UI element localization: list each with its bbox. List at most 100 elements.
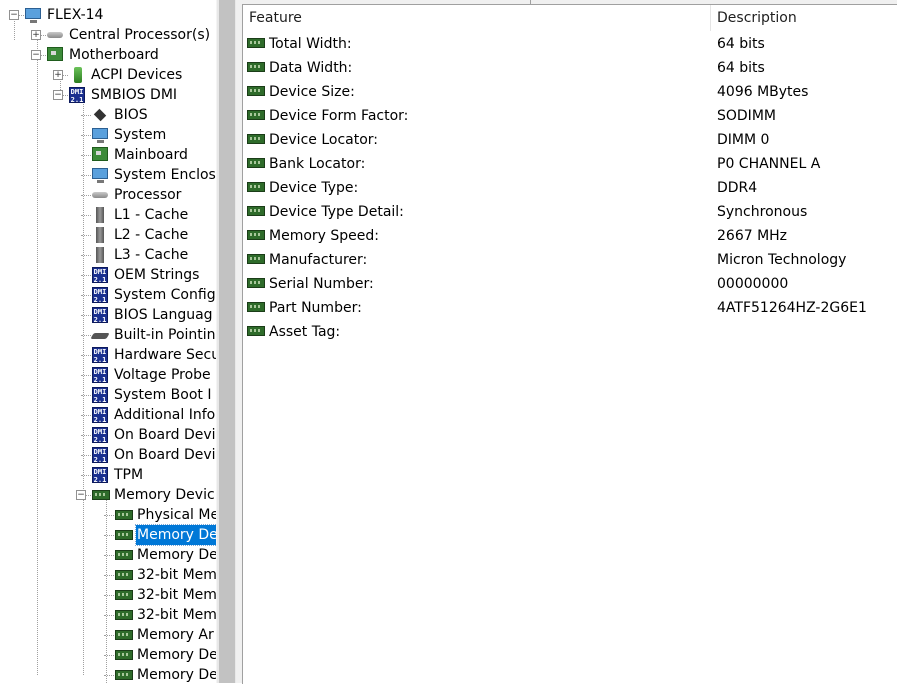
feature-cell: Manufacturer: <box>269 252 368 268</box>
tree-item[interactable]: − Memory Devic <box>0 485 216 505</box>
tree-item[interactable]: DMI 2.1 TPM <box>0 465 216 485</box>
cache-icon <box>92 247 110 263</box>
collapse-toggle[interactable]: − <box>31 50 41 60</box>
tree-item[interactable]: + Central Processor(s) <box>0 25 216 45</box>
tree-connector-line <box>81 275 91 276</box>
memory-icon <box>247 230 265 242</box>
tree-item[interactable]: DMI 2.1 BIOS Languag <box>0 305 216 325</box>
memory-icon <box>247 86 265 98</box>
tree-item-label: System <box>114 127 167 143</box>
details-row[interactable]: Manufacturer: Micron Technology <box>243 248 897 272</box>
tree-item[interactable]: − FLEX-14 <box>0 5 216 25</box>
tree-item[interactable]: DMI 2.1 On Board Devi <box>0 425 216 445</box>
tree-item[interactable]: Processor <box>0 185 216 205</box>
dmi-icon: DMI 2.1 <box>92 427 108 444</box>
details-row[interactable]: Serial Number: 00000000 <box>243 272 897 296</box>
tree-item-label: Memory De <box>135 524 216 546</box>
tree-connector-line <box>81 395 91 396</box>
description-cell: 00000000 <box>717 276 789 292</box>
details-row[interactable]: Device Type Detail: Synchronous <box>243 200 897 224</box>
tree-item[interactable]: System Enclos <box>0 165 216 185</box>
tree-item[interactable]: − DMI 2.1 SMBIOS DMI <box>0 85 216 105</box>
tree-connector-line <box>81 315 91 316</box>
feature-cell: Serial Number: <box>269 276 374 292</box>
tree-item[interactable]: Memory De <box>0 665 216 683</box>
tree-item[interactable]: L3 - Cache <box>0 245 216 265</box>
description-cell: 64 bits <box>717 36 765 52</box>
tree-item-label: Memory De <box>137 667 216 683</box>
details-row[interactable]: Data Width: 64 bits <box>243 56 897 80</box>
description-cell: DDR4 <box>717 180 758 196</box>
details-row[interactable]: Bank Locator: P0 CHANNEL A <box>243 152 897 176</box>
column-header-description[interactable]: Description <box>717 5 797 31</box>
motherboard-icon <box>47 47 65 63</box>
collapse-toggle[interactable]: − <box>53 90 63 100</box>
dmi-icon: DMI 2.1 <box>69 87 85 104</box>
tree-item-label: TPM <box>114 467 144 483</box>
tree-item[interactable]: DMI 2.1 Additional Infor <box>0 405 216 425</box>
device-tree[interactable]: − FLEX-14 + Central Processor(s) − Motherboar… <box>0 0 216 683</box>
memory-icon <box>247 254 265 266</box>
tree-item[interactable]: DMI 2.1 Hardware Secu <box>0 345 216 365</box>
tree-item[interactable]: System <box>0 125 216 145</box>
column-header-feature[interactable]: Feature <box>249 5 302 31</box>
tree-item[interactable]: Memory De <box>0 545 216 565</box>
tree-item[interactable]: DMI 2.1 System Config <box>0 285 216 305</box>
details-row[interactable]: Device Form Factor: SODIMM <box>243 104 897 128</box>
tree-connector-line <box>81 435 91 436</box>
tree-connector-line <box>104 595 114 596</box>
details-row[interactable]: Device Type: DDR4 <box>243 176 897 200</box>
tree-item[interactable]: DMI 2.1 System Boot I <box>0 385 216 405</box>
tree-item[interactable]: DMI 2.1 On Board Devi <box>0 445 216 465</box>
tree-item[interactable]: BIOS <box>0 105 216 125</box>
details-row[interactable]: Memory Speed: 2667 MHz <box>243 224 897 248</box>
tree-item-label: L1 - Cache <box>114 207 189 223</box>
tree-item[interactable]: Memory Ar <box>0 625 216 645</box>
tree-item[interactable]: 32-bit Mem <box>0 605 216 625</box>
tree-item[interactable]: Mainboard <box>0 145 216 165</box>
details-row[interactable]: Device Locator: DIMM 0 <box>243 128 897 152</box>
tree-item-selected[interactable]: Memory De <box>0 524 216 546</box>
tree-item-label: ACPI Devices <box>91 67 183 83</box>
tree-item[interactable]: − Motherboard <box>0 45 216 65</box>
tree-item[interactable]: Physical Me <box>0 505 216 525</box>
acpi-icon <box>69 67 87 83</box>
tree-item-label: On Board Devi <box>114 427 216 443</box>
dmi-icon: DMI 2.1 <box>92 307 108 324</box>
dmi-icon: DMI 2.1 <box>92 347 108 364</box>
expand-toggle[interactable]: + <box>31 30 41 40</box>
collapse-toggle[interactable]: − <box>76 490 86 500</box>
memory-icon <box>247 206 265 218</box>
details-row[interactable]: Total Width: 64 bits <box>243 32 897 56</box>
tree-connector-line <box>104 555 114 556</box>
tree-connector-line <box>81 375 91 376</box>
tree-item[interactable]: DMI 2.1 Voltage Probe <box>0 365 216 385</box>
tree-item[interactable]: 32-bit Mem <box>0 585 216 605</box>
dmi-icon: DMI 2.1 <box>92 407 108 424</box>
description-cell: SODIMM <box>717 108 776 124</box>
tree-item[interactable]: Memory De <box>0 645 216 665</box>
details-list[interactable]: Feature Description Total Width: 64 bits D… <box>242 4 897 684</box>
tree-item[interactable]: DMI 2.1 OEM Strings <box>0 265 216 285</box>
details-row[interactable]: Device Size: 4096 MBytes <box>243 80 897 104</box>
tree-item[interactable]: + ACPI Devices <box>0 65 216 85</box>
cache-icon <box>92 207 110 223</box>
details-row[interactable]: Asset Tag: <box>243 320 897 344</box>
memory-icon <box>247 326 265 338</box>
tree-item[interactable]: L2 - Cache <box>0 225 216 245</box>
tree-vertical-scrollbar[interactable] <box>216 0 237 683</box>
tree-item[interactable]: 32-bit Mem <box>0 565 216 585</box>
feature-cell: Device Form Factor: <box>269 108 409 124</box>
description-cell: Micron Technology <box>717 252 847 268</box>
collapse-toggle[interactable]: − <box>9 10 19 20</box>
details-row[interactable]: Part Number: 4ATF51264HZ-2G6E1 <box>243 296 897 320</box>
scrollbar-thumb[interactable] <box>219 0 235 683</box>
tree-connector-line <box>81 215 91 216</box>
feature-cell: Device Type: <box>269 180 359 196</box>
tree-connector-line <box>104 675 114 676</box>
column-separator[interactable] <box>710 5 711 31</box>
dmi-icon: DMI 2.1 <box>92 267 108 284</box>
expand-toggle[interactable]: + <box>53 70 63 80</box>
tree-item[interactable]: Built-in Pointing <box>0 325 216 345</box>
tree-item[interactable]: L1 - Cache <box>0 205 216 225</box>
